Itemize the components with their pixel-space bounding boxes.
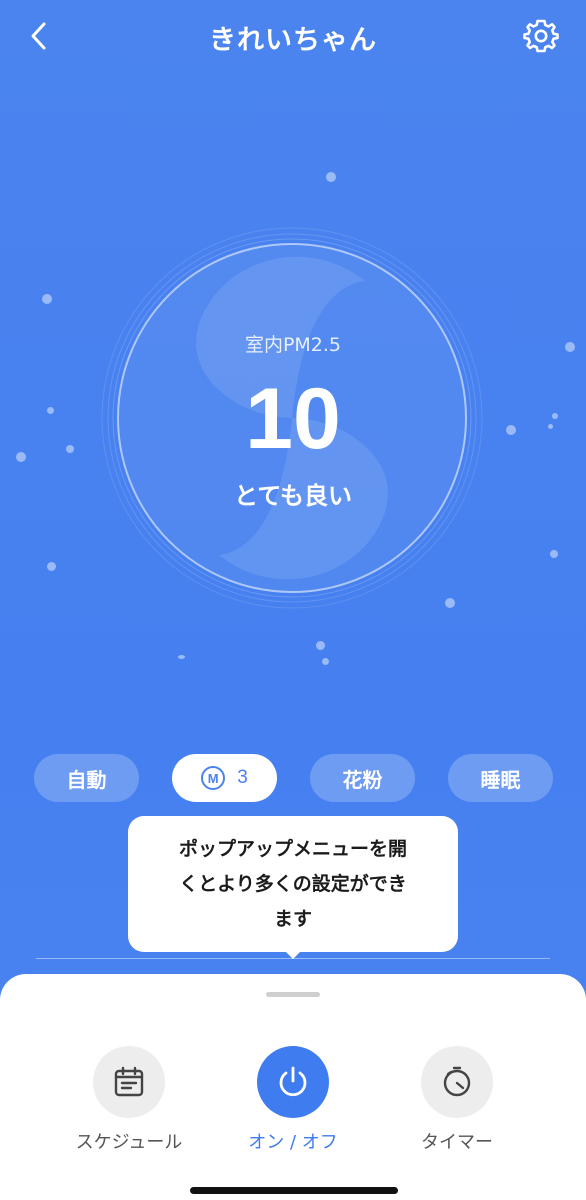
mode-auto-button[interactable]: 自動 [34,754,139,802]
tooltip: ポップアップメニューを開 くとより多くの設定ができ ます [128,816,458,952]
page-title: きれいちゃん [209,25,377,56]
gear-icon [523,19,559,53]
air-quality-status: とても良い [233,482,353,510]
mode-label: 花粉 [342,767,383,792]
pm-label: 室内PM2.5 [244,334,342,356]
mode-sleep-button[interactable]: 睡眠 [448,754,553,802]
schedule-circle [93,1046,165,1118]
settings-button[interactable] [522,17,560,55]
particle [322,658,329,665]
tooltip-line: くとより多くの設定ができ [179,873,407,895]
particle [316,641,325,650]
power-icon [279,1066,307,1097]
sheet-grabber[interactable] [266,992,320,997]
power-toggle-button[interactable]: オン / オフ [218,1046,368,1154]
timer-label: タイマー [421,1132,493,1153]
schedule-label: スケジュール [75,1132,183,1153]
mode-label: 自動 [66,767,107,792]
particle [326,172,336,182]
particle [42,294,52,304]
power-label: オン / オフ [248,1132,338,1153]
mode-label: 睡眠 [480,767,521,792]
calendar-icon [114,1066,144,1097]
particle [47,562,56,571]
header: きれいちゃん [0,0,586,74]
pm-value: 10 [245,371,341,467]
timer-icon [443,1066,471,1097]
schedule-button[interactable]: スケジュール [54,1046,204,1154]
particle [550,550,558,558]
particle [178,655,185,659]
home-indicator [190,1187,398,1194]
mode-fan-speed-button[interactable]: M 3 [172,754,277,802]
timer-circle [421,1046,493,1118]
timer-button[interactable]: タイマー [382,1046,532,1154]
manual-mode-icon: M [201,766,226,790]
mode-pollen-button[interactable]: 花粉 [310,754,415,802]
fan-speed-level: 3 [237,767,248,788]
tooltip-line: ポップアップメニューを開 [178,838,407,860]
divider [36,958,550,959]
tooltip-line: ます [273,908,312,930]
bottom-sheet: スケジュール オン / オフ タイマー [0,974,586,1200]
power-circle [257,1046,329,1118]
